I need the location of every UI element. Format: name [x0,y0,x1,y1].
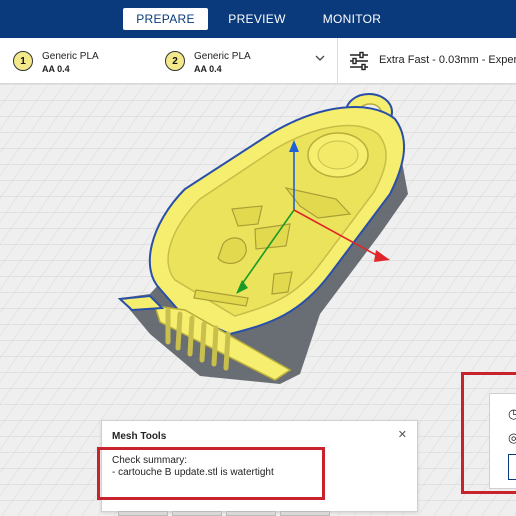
print-setup-header: 1 Generic PLA AA 0.4 2 Generic PLA AA 0.… [0,38,516,84]
highlight-box-summary [97,447,325,500]
extruder-1-core: AA 0.4 [42,64,70,74]
thumbnail-item[interactable] [280,511,330,516]
mesh-tools-title: Mesh Tools [112,431,167,442]
extruder-2-badge: 2 [165,51,185,71]
extruder-2-core: AA 0.4 [194,64,222,74]
extruder-1-badge: 1 [13,51,33,71]
tab-monitor[interactable]: MONITOR [318,8,386,30]
print-profile-label[interactable]: Extra Fast - 0.03mm - Experim [379,54,516,66]
extruder-2-selector[interactable]: 2 Generic PLA AA 0.4 [165,51,251,75]
stage-bar: PREPARE PREVIEW MONITOR [0,0,516,38]
extruder-2-material: Generic PLA [194,51,251,62]
header-divider [337,38,338,84]
thumbnail-item[interactable] [118,511,168,516]
chevron-down-icon[interactable] [315,54,325,65]
highlight-box-estimate [461,372,516,494]
sliders-icon[interactable] [349,51,369,71]
extruder-1-material: Generic PLA [42,51,99,62]
close-icon[interactable]: ✕ [398,428,407,441]
tab-preview[interactable]: PREVIEW [225,8,289,30]
tab-prepare[interactable]: PREPARE [123,8,208,30]
thumbnail-item[interactable] [172,511,222,516]
object-thumbnail-strip [0,511,516,516]
extruder-1-selector[interactable]: 1 Generic PLA AA 0.4 [13,51,99,75]
cura-window: PREPARE PREVIEW MONITOR 1 Generic PLA AA… [0,0,516,516]
thumbnail-item[interactable] [226,511,276,516]
